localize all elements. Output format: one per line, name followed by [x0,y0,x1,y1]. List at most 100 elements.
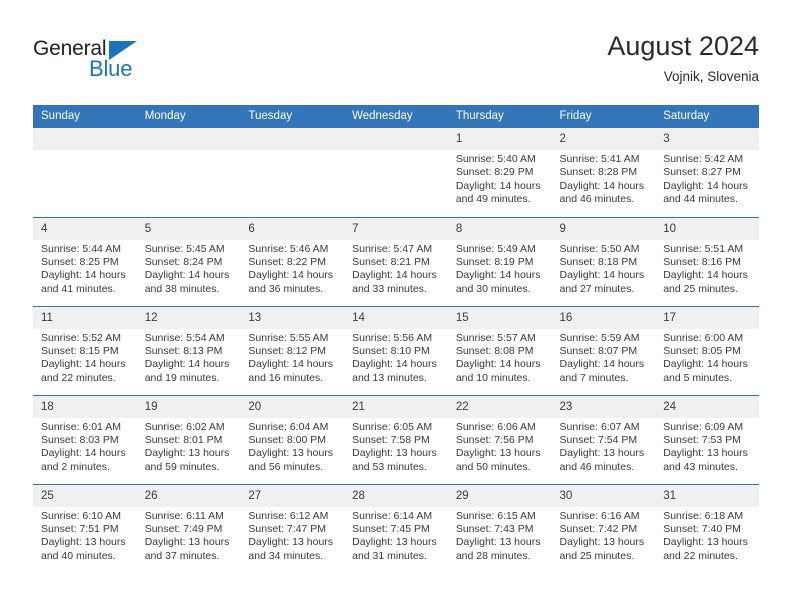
day-cell[interactable]: 7 Sunrise: 5:47 AM Sunset: 8:21 PM Dayli… [344,216,448,306]
day-details: Sunrise: 6:16 AM Sunset: 7:42 PM Dayligh… [552,507,656,564]
day-cell[interactable]: 28 Sunrise: 6:14 AM Sunset: 7:45 PM Dayl… [344,483,448,573]
day-number: 16 [551,306,656,329]
day-cell[interactable]: 10 Sunrise: 5:51 AM Sunset: 8:16 PM Dayl… [655,216,759,306]
day-cell[interactable]: 20 Sunrise: 6:04 AM Sunset: 8:00 PM Dayl… [240,394,345,484]
day-cell[interactable]: 26 Sunrise: 6:11 AM Sunset: 7:49 PM Dayl… [136,483,241,573]
day-cell[interactable]: 8 Sunrise: 5:49 AM Sunset: 8:19 PM Dayli… [447,216,552,306]
weekday-header-saturday: Saturday [655,105,759,128]
day-cell[interactable] [240,128,345,217]
sunrise-text: Sunrise: 6:11 AM [144,509,224,522]
calendar-week-row: 18 Sunrise: 6:01 AM Sunset: 8:03 PM Dayl… [33,394,759,484]
day-cell[interactable]: 15 Sunrise: 5:57 AM Sunset: 8:08 PM Dayl… [447,305,552,395]
day-cell[interactable]: 12 Sunrise: 5:54 AM Sunset: 8:13 PM Dayl… [136,305,241,395]
day-cell[interactable]: 30 Sunrise: 6:16 AM Sunset: 7:42 PM Dayl… [551,483,656,573]
sunrise-text: Sunrise: 5:51 AM [663,242,744,255]
day-details: Sunrise: 5:50 AM Sunset: 8:18 PM Dayligh… [552,240,656,297]
day-cell[interactable]: 23 Sunrise: 6:07 AM Sunset: 7:54 PM Dayl… [551,394,656,484]
day-cell[interactable]: 19 Sunrise: 6:02 AM Sunset: 8:01 PM Dayl… [136,394,241,484]
day-cell[interactable]: 22 Sunrise: 6:06 AM Sunset: 7:56 PM Dayl… [447,394,552,484]
sunrise-text: Sunrise: 5:42 AM [663,153,744,165]
day-cell[interactable]: 14 Sunrise: 5:56 AM Sunset: 8:10 PM Dayl… [344,305,448,395]
calendar-page: General Blue August 2024 Vojnik, Sloveni… [0,0,792,612]
day-details: Sunrise: 6:06 AM Sunset: 7:56 PM Dayligh… [448,418,552,475]
daylight-text-line1: Daylight: 13 hours [248,536,334,549]
day-cell[interactable]: 1 Sunrise: 5:40 AM Sunset: 8:29 PM Dayli… [447,128,552,217]
day-details: Sunrise: 5:40 AM Sunset: 8:29 PM Dayligh… [448,150,552,207]
sunset-text: Sunset: 8:24 PM [144,255,223,268]
daylight-text-line2: and 43 minutes. [663,460,738,473]
day-details: Sunrise: 5:52 AM Sunset: 8:15 PM Dayligh… [33,329,137,386]
day-cell[interactable]: 31 Sunrise: 6:18 AM Sunset: 7:40 PM Dayl… [655,483,759,573]
day-cell[interactable]: 4 Sunrise: 5:44 AM Sunset: 8:25 PM Dayli… [33,216,137,306]
weekday-header-monday: Monday [136,105,241,128]
day-cell[interactable]: 24 Sunrise: 6:09 AM Sunset: 7:53 PM Dayl… [655,394,759,484]
day-cell[interactable]: 16 Sunrise: 5:59 AM Sunset: 8:07 PM Dayl… [551,305,656,395]
sunrise-text: Sunrise: 5:45 AM [144,242,225,255]
day-number: 28 [344,484,448,507]
day-cell[interactable] [344,128,448,217]
day-number: 27 [240,484,345,507]
day-number [344,128,448,150]
daylight-text-line2: and 40 minutes. [41,549,116,562]
day-number: 31 [655,484,759,507]
day-cell[interactable]: 21 Sunrise: 6:05 AM Sunset: 7:58 PM Dayl… [344,394,448,484]
day-details: Sunrise: 5:46 AM Sunset: 8:22 PM Dayligh… [240,240,344,297]
sunrise-text: Sunrise: 5:47 AM [352,242,433,255]
day-cell[interactable]: 29 Sunrise: 6:15 AM Sunset: 7:43 PM Dayl… [447,483,552,573]
day-details: Sunrise: 5:51 AM Sunset: 8:16 PM Dayligh… [655,240,759,297]
daylight-text-line2: and 13 minutes. [352,371,427,384]
daylight-text-line1: Daylight: 13 hours [144,536,230,549]
day-number: 6 [240,217,345,240]
daylight-text-line2: and 34 minutes. [248,549,324,562]
day-details: Sunrise: 5:57 AM Sunset: 8:08 PM Dayligh… [448,329,552,386]
day-details: Sunrise: 6:04 AM Sunset: 8:00 PM Dayligh… [240,418,344,475]
day-number [136,128,241,150]
day-cell[interactable]: 25 Sunrise: 6:10 AM Sunset: 7:51 PM Dayl… [33,483,137,573]
sunset-text: Sunset: 8:05 PM [663,344,741,357]
day-number: 14 [344,306,448,329]
daylight-text-line2: and 16 minutes. [248,371,324,384]
day-cell[interactable]: 2 Sunrise: 5:41 AM Sunset: 8:28 PM Dayli… [551,128,656,217]
sunrise-text: Sunrise: 6:14 AM [352,509,433,522]
day-details: Sunrise: 6:11 AM Sunset: 7:49 PM Dayligh… [137,507,241,564]
day-cell[interactable]: 17 Sunrise: 6:00 AM Sunset: 8:05 PM Dayl… [655,305,759,395]
sunrise-text: Sunrise: 5:52 AM [41,331,121,344]
daylight-text-line2: and 7 minutes. [559,371,629,384]
day-cell[interactable]: 11 Sunrise: 5:52 AM Sunset: 8:15 PM Dayl… [33,305,137,395]
daylight-text-line1: Daylight: 14 hours [144,269,230,282]
daylight-text-line1: Daylight: 14 hours [248,269,334,282]
sunrise-text: Sunrise: 5:59 AM [559,331,640,344]
day-number: 21 [344,395,448,418]
day-details: Sunrise: 6:09 AM Sunset: 7:53 PM Dayligh… [655,418,759,475]
general-blue-logo[interactable]: General Blue [33,38,213,86]
day-cell[interactable]: 9 Sunrise: 5:50 AM Sunset: 8:18 PM Dayli… [551,216,656,306]
sunset-text: Sunset: 8:12 PM [248,344,327,357]
day-cell[interactable] [136,128,241,217]
sunset-text: Sunset: 8:07 PM [559,344,638,357]
weekday-header-sunday: Sunday [33,105,137,128]
daylight-text-line1: Daylight: 14 hours [352,269,437,282]
daylight-text-line2: and 30 minutes. [455,282,531,295]
day-cell[interactable]: 27 Sunrise: 6:12 AM Sunset: 7:47 PM Dayl… [240,483,345,573]
weekday-header-friday: Friday [551,105,656,128]
day-number: 13 [240,306,345,329]
daylight-text-line2: and 10 minutes. [455,371,531,384]
day-details: Sunrise: 6:12 AM Sunset: 7:47 PM Dayligh… [240,507,344,564]
day-cell[interactable]: 3 Sunrise: 5:42 AM Sunset: 8:27 PM Dayli… [655,128,759,217]
day-cell[interactable]: 6 Sunrise: 5:46 AM Sunset: 8:22 PM Dayli… [240,216,345,306]
daylight-text-line2: and 46 minutes. [559,193,635,206]
day-cell[interactable]: 5 Sunrise: 5:45 AM Sunset: 8:24 PM Dayli… [136,216,241,306]
page-subtitle-location: Vojnik, Slovenia [663,69,759,84]
daylight-text-line2: and 38 minutes. [144,282,220,295]
sunset-text: Sunset: 7:49 PM [144,522,223,535]
day-details: Sunrise: 5:45 AM Sunset: 8:24 PM Dayligh… [137,240,241,297]
weekday-header-tuesday: Tuesday [240,105,345,128]
sunrise-text: Sunrise: 6:15 AM [455,509,536,522]
sunset-text: Sunset: 7:51 PM [41,522,119,535]
day-number: 12 [136,306,241,329]
day-cell[interactable]: 13 Sunrise: 5:55 AM Sunset: 8:12 PM Dayl… [240,305,345,395]
day-cell[interactable] [33,128,137,217]
day-cell[interactable]: 18 Sunrise: 6:01 AM Sunset: 8:03 PM Dayl… [33,394,137,484]
daylight-text-line1: Daylight: 13 hours [559,536,645,549]
sunset-text: Sunset: 8:03 PM [41,433,119,446]
